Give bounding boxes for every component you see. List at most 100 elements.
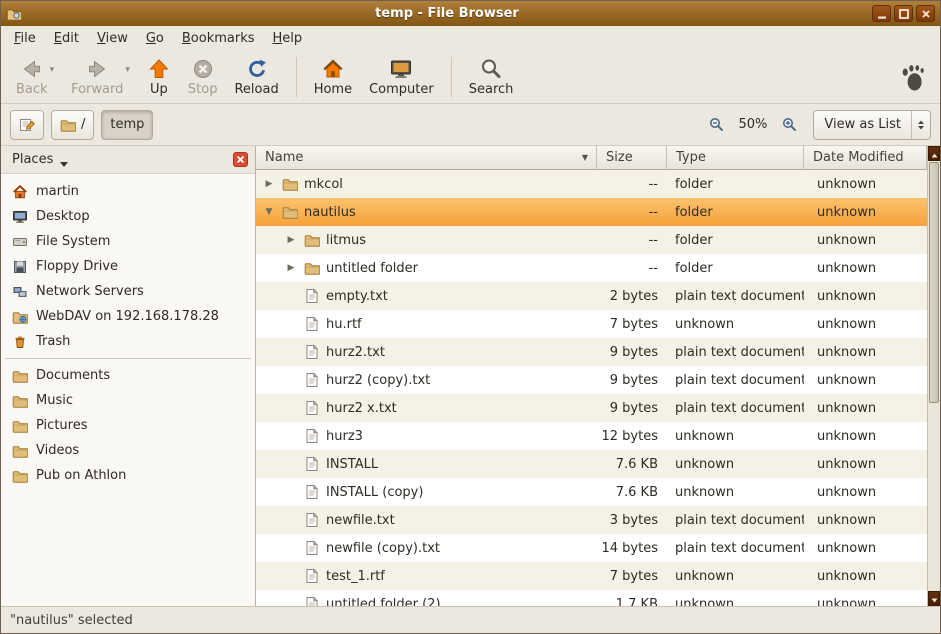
sidebar-item-pub-on-athlon[interactable]: Pub on Athlon: [1, 463, 255, 488]
sidebar-item-label: File System: [36, 234, 110, 249]
sidebar-item-martin[interactable]: martin: [1, 179, 255, 204]
table-row[interactable]: empty.txt2 bytesplain text documentunkno…: [256, 282, 927, 310]
path-current-button[interactable]: temp: [101, 110, 153, 140]
sidebar-item-label: Pictures: [36, 418, 87, 433]
expander-collapsed-icon[interactable]: ▶: [284, 235, 298, 245]
zoom-in-button[interactable]: [779, 114, 800, 135]
file-date-cell: unknown: [804, 205, 927, 220]
sidebar-item-videos[interactable]: Videos: [1, 438, 255, 463]
search-button[interactable]: Search: [462, 54, 521, 100]
up-button[interactable]: Up: [140, 54, 178, 100]
filesystem-icon: [12, 234, 28, 250]
menu-go[interactable]: Go: [137, 29, 173, 48]
gnome-logo-icon: [900, 63, 926, 91]
file-size-cell: 12 bytes: [597, 429, 667, 444]
titlebar[interactable]: temp - File Browser: [1, 1, 940, 26]
edit-location-button[interactable]: [10, 110, 44, 140]
file-size-cell: 9 bytes: [597, 373, 667, 388]
home-button[interactable]: Home: [307, 54, 359, 100]
toolbar-button-label: Home: [314, 82, 352, 97]
dropdown-arrow-icon: [59, 157, 69, 165]
back-button[interactable]: Back▾: [9, 54, 61, 100]
stop-button[interactable]: Stop: [181, 54, 225, 100]
expander-expanded-icon[interactable]: ▼: [262, 207, 276, 217]
column-header-date-modified[interactable]: Date Modified: [804, 146, 927, 170]
menu-edit[interactable]: Edit: [45, 29, 88, 48]
table-row[interactable]: ▶mkcol--folderunknown: [256, 170, 927, 198]
file-icon: [304, 540, 320, 556]
sidebar-item-floppy-drive[interactable]: Floppy Drive: [1, 254, 255, 279]
file-size-cell: 9 bytes: [597, 345, 667, 360]
file-date-cell: unknown: [804, 597, 927, 607]
file-date-cell: unknown: [804, 177, 927, 192]
view-mode-select[interactable]: View as List: [813, 110, 931, 140]
scroll-up-button[interactable]: [928, 146, 940, 161]
computer-button[interactable]: Computer: [362, 54, 441, 100]
table-row[interactable]: newfile (copy).txt14 bytesplain text doc…: [256, 534, 927, 562]
menu-bookmarks[interactable]: Bookmarks: [173, 29, 264, 48]
file-name-cell: hurz2 x.txt: [256, 400, 597, 416]
table-row[interactable]: hurz312 bytesunknownunknown: [256, 422, 927, 450]
expander-collapsed-icon[interactable]: ▶: [262, 179, 276, 189]
places-list: martin Desktop File System Floppy DriveNetw…: [1, 174, 255, 488]
sidebar-item-file-system[interactable]: File System: [1, 229, 255, 254]
reload-icon: [245, 57, 269, 81]
table-row[interactable]: INSTALL7.6 KBunknownunknown: [256, 450, 927, 478]
vertical-scrollbar[interactable]: [927, 146, 940, 606]
file-list: ▶mkcol--folderunknown▼nautilus--folderun…: [256, 170, 927, 606]
folder-small-icon: [12, 418, 28, 434]
table-row[interactable]: untitled folder (2)1.7 KBunknownunknown: [256, 590, 927, 606]
zoom-out-button[interactable]: [706, 114, 727, 135]
file-name-cell: empty.txt: [256, 288, 597, 304]
table-row[interactable]: hurz2 (copy).txt9 bytesplain text docume…: [256, 366, 927, 394]
scrollbar-thumb[interactable]: [929, 162, 939, 403]
file-name-label: untitled folder: [326, 261, 418, 276]
places-selector[interactable]: Places: [8, 150, 73, 169]
view-mode-stepper[interactable]: [911, 111, 930, 139]
chevron-down-icon[interactable]: ▾: [125, 65, 130, 75]
scrollbar-track[interactable]: [928, 161, 940, 591]
menu-help[interactable]: Help: [264, 29, 312, 48]
table-row[interactable]: ▼nautilus--folderunknown: [256, 198, 927, 226]
maximize-button[interactable]: [894, 5, 913, 22]
table-row[interactable]: hurz2 x.txt9 bytesplain text documentunk…: [256, 394, 927, 422]
minimize-button[interactable]: [872, 5, 891, 22]
file-name-cell: test_1.rtf: [256, 568, 597, 584]
status-text: "nautilus" selected: [10, 613, 133, 628]
expander-collapsed-icon[interactable]: ▶: [284, 263, 298, 273]
webdav-icon: [12, 309, 28, 325]
file-name-label: litmus: [326, 233, 366, 248]
sidebar-item-pictures[interactable]: Pictures: [1, 413, 255, 438]
sidebar-item-trash[interactable]: Trash: [1, 329, 255, 354]
column-header-size[interactable]: Size: [597, 146, 667, 170]
close-button[interactable]: [916, 5, 935, 22]
scroll-down-button[interactable]: [928, 591, 940, 606]
sidebar-item-webdav-on-192-168-178-28[interactable]: WebDAV on 192.168.178.28: [1, 304, 255, 329]
sidebar-item-desktop[interactable]: Desktop: [1, 204, 255, 229]
file-size-cell: --: [597, 233, 667, 248]
table-row[interactable]: ▶untitled folder--folderunknown: [256, 254, 927, 282]
menu-view[interactable]: View: [88, 29, 137, 48]
sidebar-item-music[interactable]: Music: [1, 388, 255, 413]
table-row[interactable]: newfile.txt3 bytesplain text documentunk…: [256, 506, 927, 534]
table-row[interactable]: hurz2.txt9 bytesplain text documentunkno…: [256, 338, 927, 366]
file-icon: [304, 372, 320, 388]
column-header-label: Name: [265, 150, 303, 165]
menu-file[interactable]: File: [5, 29, 45, 48]
reload-button[interactable]: Reload: [227, 54, 285, 100]
sidebar-item-label: martin: [36, 184, 79, 199]
sidebar-item-network-servers[interactable]: Network Servers: [1, 279, 255, 304]
sidebar-item-documents[interactable]: Documents: [1, 363, 255, 388]
table-row[interactable]: hu.rtf7 bytesunknownunknown: [256, 310, 927, 338]
forward-button[interactable]: Forward▾: [64, 54, 137, 100]
table-row[interactable]: ▶litmus--folderunknown: [256, 226, 927, 254]
table-row[interactable]: test_1.rtf7 bytesunknownunknown: [256, 562, 927, 590]
chevron-down-icon[interactable]: ▾: [50, 65, 55, 75]
column-header-name[interactable]: Name▼: [256, 146, 597, 170]
sidebar-item-label: WebDAV on 192.168.178.28: [36, 309, 219, 324]
file-type-cell: folder: [667, 205, 804, 220]
column-header-type[interactable]: Type: [667, 146, 804, 170]
sidebar-close-button[interactable]: [233, 152, 248, 167]
path-root-button[interactable]: /: [51, 110, 94, 140]
table-row[interactable]: INSTALL (copy)7.6 KBunknownunknown: [256, 478, 927, 506]
